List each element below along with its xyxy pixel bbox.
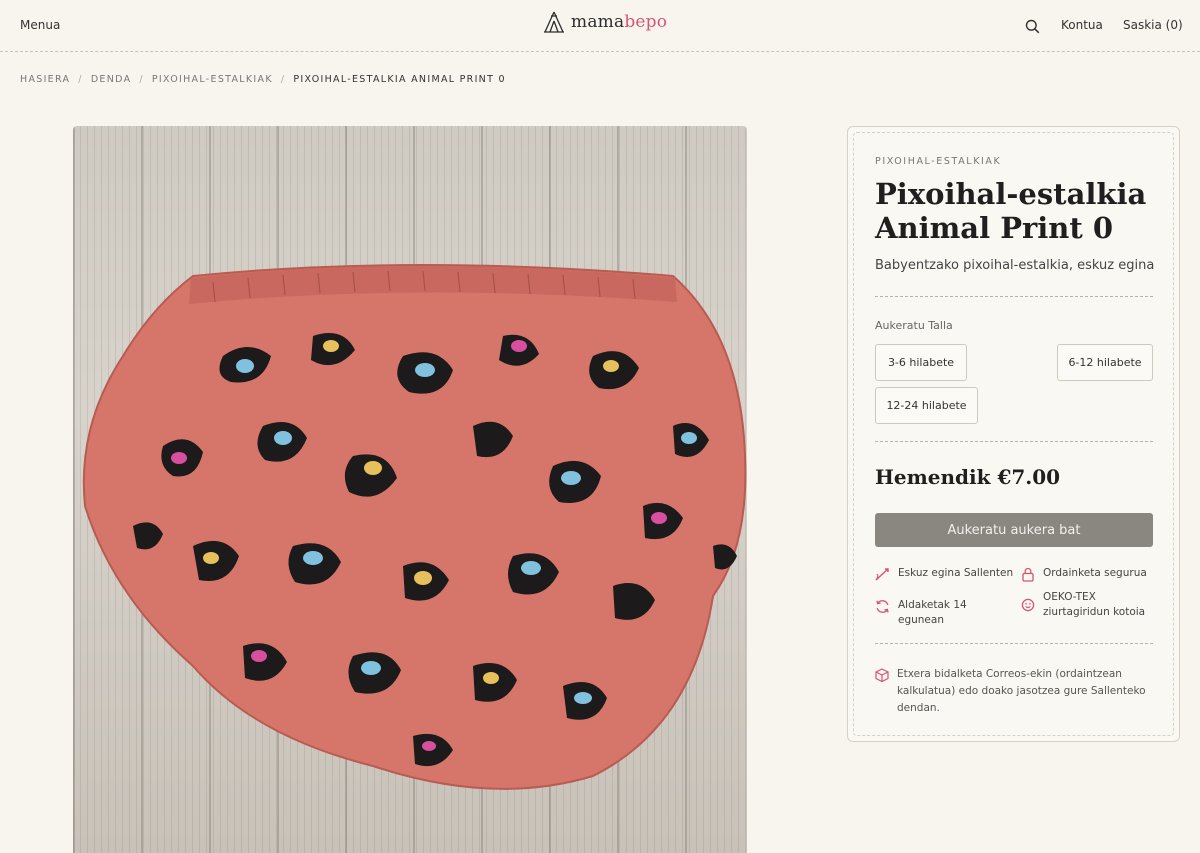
divider xyxy=(875,643,1153,644)
logo-text: mamabepo xyxy=(571,12,667,32)
product-category[interactable]: PIXOIHAL-ESTALKIAK xyxy=(875,156,1001,167)
feature-label: OEKO-TEX ziurtagiridun kotoia xyxy=(1043,591,1146,618)
product-panel: PIXOIHAL-ESTALKIAK Pixoihal-estalkia Ani… xyxy=(847,126,1180,742)
cart-link[interactable]: Saskia (0) xyxy=(1123,18,1183,32)
breadcrumb-category[interactable]: PIXOIHAL-ESTALKIAK xyxy=(152,74,273,85)
product-image[interactable] xyxy=(73,126,747,853)
divider xyxy=(875,441,1153,442)
feature-label: Eskuz egina Sallenten xyxy=(898,567,1014,579)
feature-label: Ordainketa segurua xyxy=(1043,567,1147,579)
breadcrumb: HASIERA / DENDA / PIXOIHAL-ESTALKIAK / P… xyxy=(20,74,506,85)
lock-icon xyxy=(1022,567,1034,582)
feature-returns: Aldaketak 14 egunean xyxy=(875,598,1015,628)
logo[interactable]: mamabepo xyxy=(543,11,667,33)
product-title: Pixoihal-estalkia Animal Print 0 xyxy=(875,177,1147,245)
size-option-6-12[interactable]: 6-12 hilabete xyxy=(1057,344,1153,381)
feature-label: Aldaketak 14 egunean xyxy=(898,599,967,626)
product-subtitle: Babyentzako pixoihal-estalkia, eskuz egi… xyxy=(875,258,1155,273)
breadcrumb-separator: / xyxy=(139,74,144,85)
feature-oeko-tex: OEKO-TEX ziurtagiridun kotoia xyxy=(1021,590,1153,620)
site-header: Menua mamabepo Kontua Saskia (0) xyxy=(0,0,1200,52)
size-option-12-24[interactable]: 12-24 hilabete xyxy=(875,387,978,424)
logo-text-bepo: bepo xyxy=(624,12,668,32)
package-icon xyxy=(875,668,889,682)
refresh-icon xyxy=(876,600,889,613)
menu-link[interactable]: Menua xyxy=(20,18,60,32)
needle-icon xyxy=(875,568,889,581)
breadcrumb-separator: / xyxy=(78,74,83,85)
smile-icon xyxy=(1021,598,1035,612)
shipping-text: Etxera bidalketa Correos-ekin (ordaintze… xyxy=(897,668,1146,714)
size-label: Aukeratu Talla xyxy=(875,319,953,332)
select-option-button[interactable]: Aukeratu aukera bat xyxy=(875,513,1153,547)
size-option-3-6[interactable]: 3-6 hilabete xyxy=(875,344,967,381)
breadcrumb-shop[interactable]: DENDA xyxy=(91,74,132,85)
feature-handmade: Eskuz egina Sallenten xyxy=(875,566,1015,582)
breadcrumb-home[interactable]: HASIERA xyxy=(20,74,70,85)
breadcrumb-separator: / xyxy=(280,74,286,85)
diaper-cover-illustration xyxy=(82,264,747,790)
search-icon[interactable] xyxy=(1025,19,1040,38)
logo-text-mama: mama xyxy=(571,12,625,32)
product-price: Hemendik €7.00 xyxy=(875,465,1061,489)
account-link[interactable]: Kontua xyxy=(1061,18,1103,32)
breadcrumb-current: PIXOIHAL-ESTALKIA ANIMAL PRINT 0 xyxy=(293,74,506,85)
tent-logo-icon xyxy=(544,11,564,33)
shipping-info: Etxera bidalketa Correos-ekin (ordaintze… xyxy=(875,666,1153,717)
feature-secure-payment: Ordainketa segurua xyxy=(1021,566,1153,582)
divider xyxy=(875,296,1153,297)
